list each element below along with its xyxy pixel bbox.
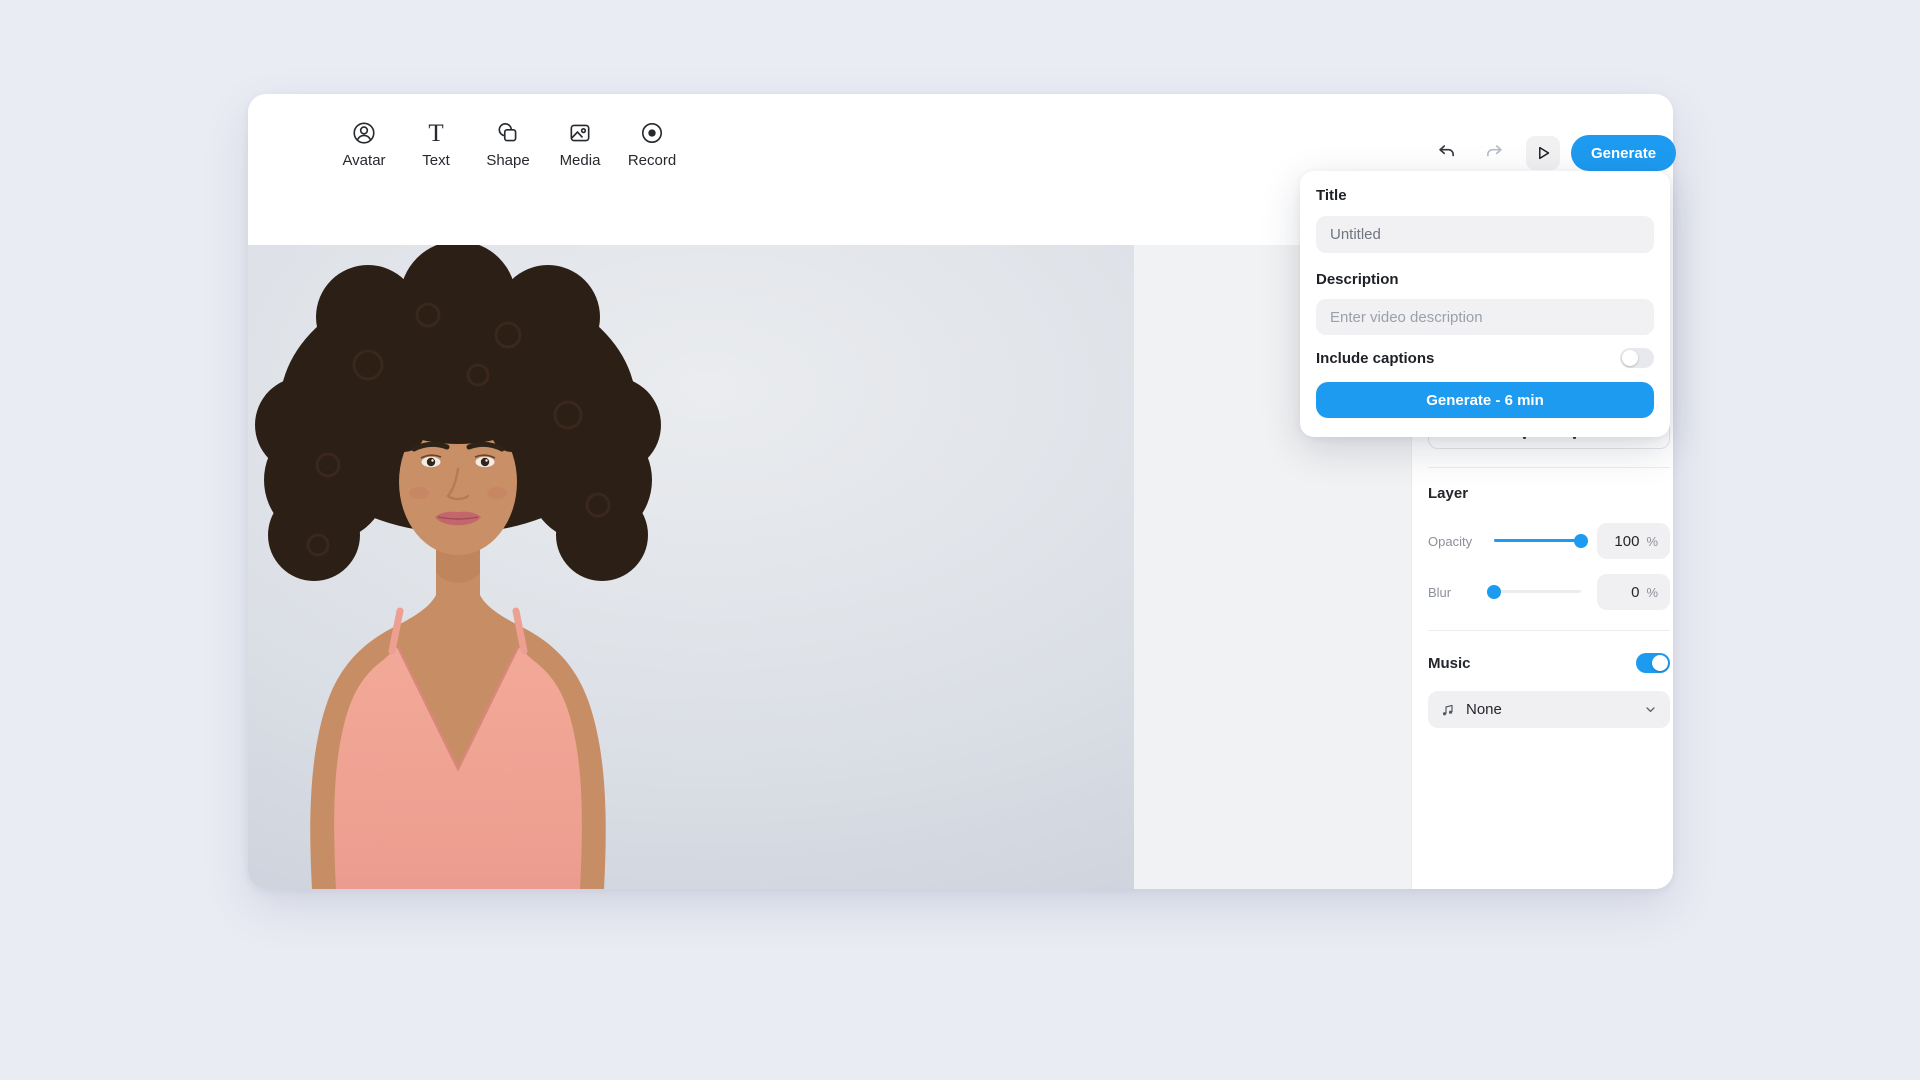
generate-duration-button[interactable]: Generate - 6 min: [1316, 382, 1654, 418]
music-section-header: Music: [1428, 653, 1670, 673]
opacity-value-box[interactable]: 100 %: [1597, 523, 1670, 559]
generate-popover: Title Description Include captions Gener…: [1300, 171, 1670, 437]
toggle-knob: [1622, 350, 1638, 366]
include-captions-label: Include captions: [1316, 349, 1435, 367]
music-select-value: None: [1466, 701, 1502, 718]
toolbar-button-text[interactable]: T Text: [400, 119, 472, 170]
media-icon: [567, 120, 593, 146]
music-select[interactable]: None: [1428, 691, 1670, 728]
toolbar-label-record: Record: [627, 152, 677, 169]
include-captions-toggle[interactable]: [1620, 348, 1654, 368]
opacity-slider[interactable]: [1494, 533, 1588, 548]
blur-label: Blur: [1428, 585, 1452, 600]
toolbar-label-avatar: Avatar: [342, 152, 386, 169]
blur-unit: %: [1646, 584, 1658, 600]
redo-icon: [1487, 145, 1502, 157]
shape-icon: [495, 120, 521, 146]
undo-button[interactable]: [1430, 135, 1464, 169]
app-window: Avatar T Text Shape Media Record Generat…: [248, 94, 1677, 889]
insert-toolbar: Avatar T Text Shape Media Record: [328, 119, 688, 170]
music-section-heading: Music: [1428, 654, 1471, 672]
blur-value-box[interactable]: 0 %: [1597, 574, 1670, 610]
description-input[interactable]: [1316, 299, 1654, 335]
include-captions-row: Include captions: [1316, 348, 1654, 368]
play-icon: [1539, 146, 1550, 160]
toolbar-label-text: Text: [422, 152, 450, 169]
opacity-slider-fill: [1494, 539, 1581, 542]
undo-icon: [1439, 145, 1454, 157]
opacity-slider-knob[interactable]: [1574, 533, 1588, 548]
music-note-icon: [1442, 704, 1453, 715]
toolbar-button-record[interactable]: Record: [616, 120, 688, 169]
opacity-value: 100: [1614, 532, 1640, 550]
avatar-icon: [351, 120, 377, 146]
blur-value: 0: [1631, 583, 1640, 601]
toolbar-button-media[interactable]: Media: [544, 120, 616, 169]
opacity-label: Opacity: [1428, 534, 1473, 549]
toolbar-button-shape[interactable]: Shape: [472, 120, 544, 169]
text-icon: T: [428, 119, 444, 147]
blur-slider-knob[interactable]: [1487, 584, 1501, 599]
layer-section-heading: Layer: [1428, 485, 1469, 502]
play-button[interactable]: [1526, 136, 1560, 170]
section-divider: [1428, 467, 1670, 468]
toolbar-label-media: Media: [559, 152, 601, 169]
redo-button[interactable]: [1477, 135, 1511, 169]
toolbar-button-avatar[interactable]: Avatar: [328, 120, 400, 169]
blur-slider[interactable]: [1487, 584, 1581, 599]
toggle-knob: [1652, 655, 1668, 671]
avatar-canvas-figure[interactable]: [248, 245, 1134, 889]
generate-button[interactable]: Generate: [1571, 135, 1677, 171]
opacity-unit: %: [1646, 533, 1658, 549]
description-label: Description: [1316, 271, 1399, 288]
chevron-down-icon: [1646, 707, 1655, 712]
video-canvas[interactable]: [248, 245, 1134, 889]
title-input[interactable]: [1316, 216, 1654, 253]
toolbar-label-shape: Shape: [486, 152, 530, 169]
music-toggle[interactable]: [1636, 653, 1670, 673]
title-label: Title: [1316, 187, 1347, 204]
record-icon: [639, 120, 665, 146]
section-divider: [1428, 630, 1670, 631]
